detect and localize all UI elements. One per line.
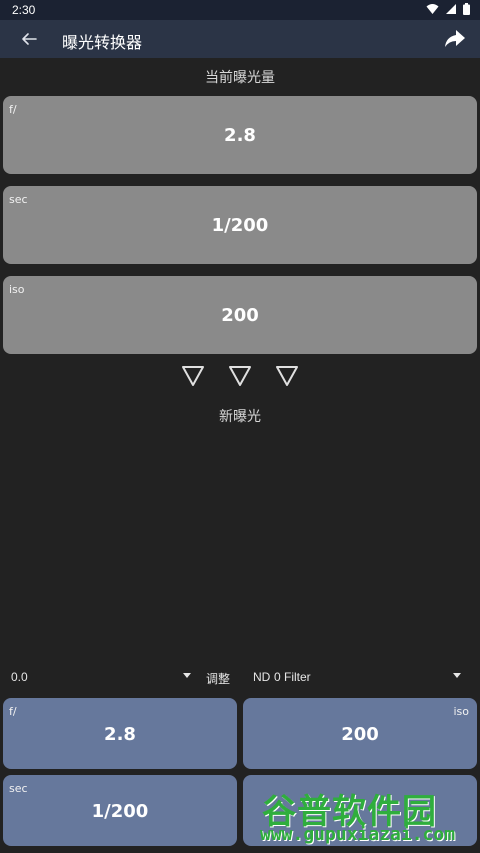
aperture-value: 2.8 bbox=[224, 125, 256, 146]
new-shutter-field[interactable]: sec 1/200 bbox=[3, 775, 237, 846]
new-iso-label: iso bbox=[453, 705, 469, 718]
chevron-down-icon bbox=[183, 673, 191, 678]
nd-label: ND bbox=[253, 670, 271, 684]
current-shutter-field[interactable]: sec 1/200 bbox=[3, 186, 477, 264]
new-shutter-label: sec bbox=[9, 782, 28, 795]
new-shutter-value: 1/200 bbox=[91, 801, 149, 822]
status-bar: 2:30 bbox=[0, 0, 480, 20]
iso-label: iso bbox=[9, 283, 25, 296]
new-iso-field[interactable]: iso 200 bbox=[243, 698, 477, 769]
adjust-controls-row: 0.0 调整 ND 0 Filter bbox=[0, 664, 480, 690]
aperture-label: f/ bbox=[9, 103, 17, 116]
shutter-value: 1/200 bbox=[211, 215, 269, 236]
nd-filter-value: 0 Filter bbox=[274, 670, 311, 684]
new-aperture-label: f/ bbox=[9, 705, 17, 718]
conversion-arrows bbox=[0, 364, 480, 394]
app-bar: 曝光转换器 bbox=[0, 20, 480, 58]
share-arrow-icon bbox=[445, 30, 465, 47]
chevron-down-icon bbox=[453, 673, 461, 678]
wifi-icon bbox=[426, 4, 439, 14]
nd-filter-dropdown[interactable]: 0 Filter bbox=[270, 664, 468, 690]
adjust-dropdown[interactable]: 0.0 bbox=[0, 664, 198, 690]
app-title: 曝光转换器 bbox=[62, 33, 143, 52]
iso-value: 200 bbox=[221, 305, 259, 326]
new-aperture-value: 2.8 bbox=[104, 724, 136, 745]
current-iso-field[interactable]: iso 200 bbox=[3, 276, 477, 354]
back-button[interactable] bbox=[16, 26, 42, 52]
signal-icon bbox=[446, 4, 456, 14]
current-aperture-field[interactable]: f/ 2.8 bbox=[3, 96, 477, 174]
arrow-left-icon bbox=[22, 33, 37, 45]
current-exposure-heading: 当前曝光量 bbox=[205, 70, 275, 86]
new-iso-value: 200 bbox=[341, 724, 379, 745]
status-icons bbox=[426, 3, 470, 15]
triangle-down-icon bbox=[229, 366, 251, 386]
new-exposure-heading: 新曝光 bbox=[219, 409, 261, 425]
battery-icon bbox=[463, 3, 470, 15]
share-button[interactable] bbox=[442, 26, 468, 52]
adjust-dropdown-value: 0.0 bbox=[11, 670, 28, 684]
watermark-url: www.gupuxiazai.com bbox=[260, 824, 456, 845]
status-time: 2:30 bbox=[12, 3, 36, 17]
new-aperture-field[interactable]: f/ 2.8 bbox=[3, 698, 237, 769]
adjust-label: 调整 bbox=[206, 672, 231, 686]
shutter-label: sec bbox=[9, 193, 28, 206]
watermark-logo: 谷普软件园 www.gupuxiazai.com bbox=[260, 784, 475, 850]
triangle-down-icon bbox=[182, 366, 204, 386]
triangle-down-icon bbox=[276, 366, 298, 386]
